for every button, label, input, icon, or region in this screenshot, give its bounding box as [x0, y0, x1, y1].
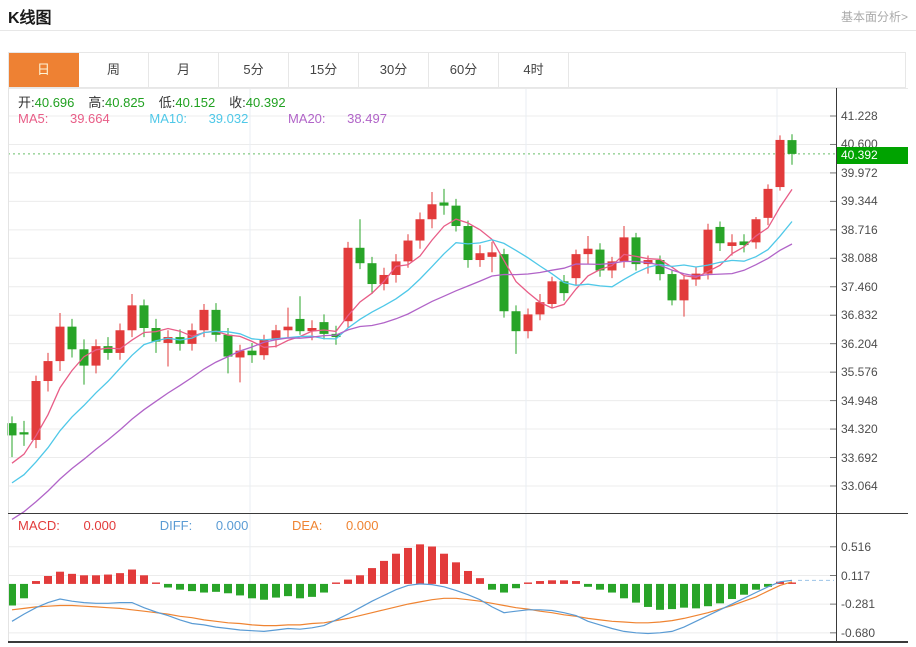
price-axis-label: 36.204: [841, 337, 911, 351]
macd-axis-label: 0.516: [841, 540, 911, 554]
macd-readout: MACD: 0.000 DIFF: 0.000 DEA: 0.000: [18, 518, 419, 533]
dea-value: DEA: 0.000: [292, 518, 399, 533]
ma5-readout: MA5: 39.664: [18, 111, 128, 126]
price-axis-label: 36.832: [841, 308, 911, 322]
high-label: 高:: [88, 95, 105, 110]
macd-value: MACD: 0.000: [18, 518, 136, 533]
ma20-readout: MA20: 38.497: [288, 111, 405, 126]
high-value: 40.825: [105, 95, 145, 110]
price-axis-label: 34.948: [841, 394, 911, 408]
close-label: 收:: [229, 95, 246, 110]
open-value: 40.696: [35, 95, 75, 110]
price-axis-label: 38.716: [841, 223, 911, 237]
ma10-readout: MA10: 39.032: [149, 111, 266, 126]
current-price-badge: 40.392: [837, 147, 908, 164]
price-axis-label: 35.576: [841, 365, 911, 379]
ma-readout: MA5: 39.664 MA10: 39.032 MA20: 38.497: [18, 111, 423, 126]
ohlc-readout: 开:40.696 高:40.825 低:40.152 收:40.392: [18, 92, 300, 111]
price-axis-label: 37.460: [841, 280, 911, 294]
macd-axis-label: 0.117: [841, 569, 911, 583]
ma-lines-group: [12, 189, 792, 519]
low-label: 低:: [159, 95, 176, 110]
macd-axis-label: -0.281: [841, 597, 911, 611]
candles-group: [8, 134, 797, 457]
price-axis-label: 39.972: [841, 166, 911, 180]
low-value: 40.152: [175, 95, 215, 110]
chart-borders: [8, 88, 908, 642]
price-axis-label: 33.692: [841, 451, 911, 465]
diff-value: DIFF: 0.000: [160, 518, 269, 533]
price-axis-label: 34.320: [841, 422, 911, 436]
open-label: 开:: [18, 95, 35, 110]
price-axis-label: 39.344: [841, 194, 911, 208]
macd-histogram-group: [8, 544, 796, 609]
macd-axis-label: -0.680: [841, 626, 911, 640]
price-axis-label: 41.228: [841, 109, 911, 123]
price-axis-label: 38.088: [841, 251, 911, 265]
close-value: 40.392: [246, 95, 286, 110]
price-axis-label: 33.064: [841, 479, 911, 493]
